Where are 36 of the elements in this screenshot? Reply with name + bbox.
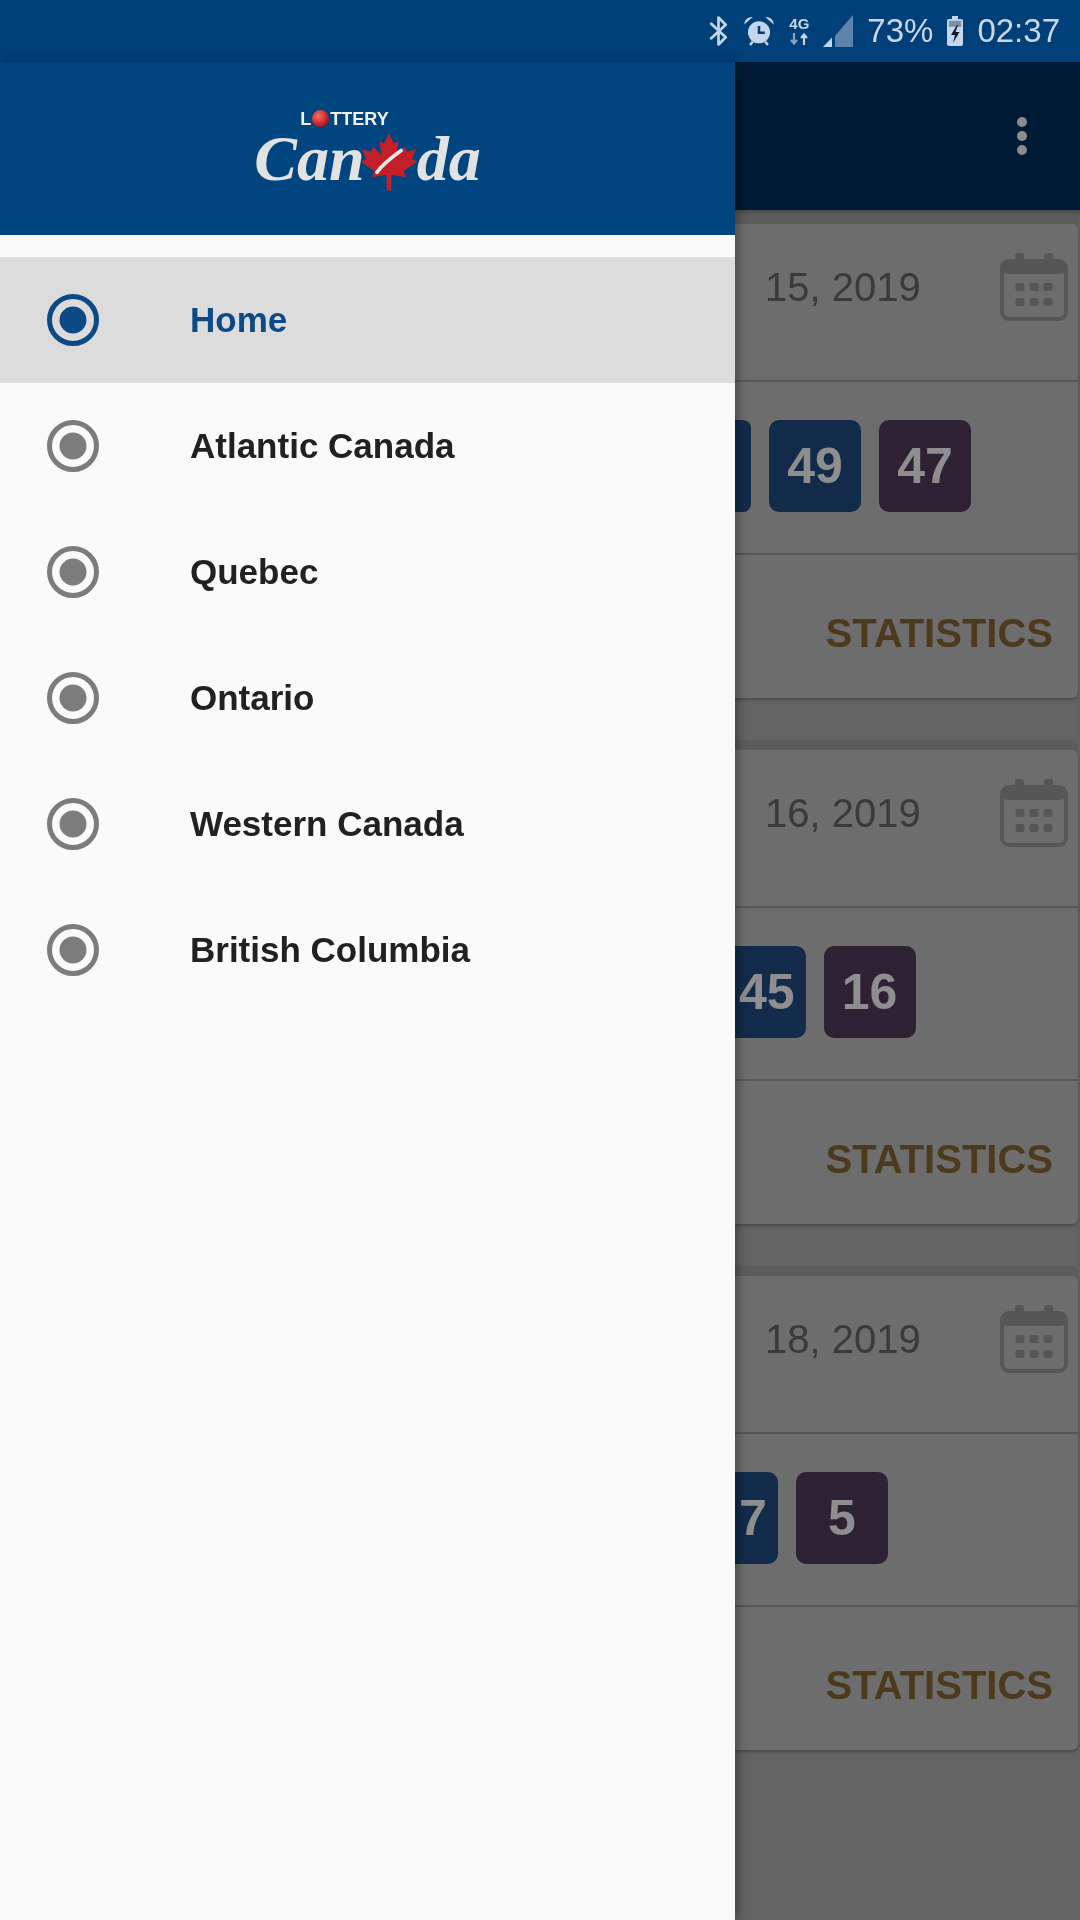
radio-icon <box>47 420 99 472</box>
ball-icon <box>312 110 330 127</box>
calendar-icon[interactable] <box>1000 1305 1068 1373</box>
calendar-icon[interactable] <box>1000 253 1068 321</box>
logo-text: L <box>300 108 312 129</box>
battery-icon <box>947 16 964 46</box>
radio-icon <box>47 672 99 724</box>
radio-icon <box>47 798 99 850</box>
bluetooth-icon <box>708 16 730 46</box>
lottery-number: 47 <box>879 420 971 512</box>
lottery-number: 16 <box>823 946 916 1038</box>
maple-leaf-icon <box>360 132 417 191</box>
signal-icon <box>823 15 854 47</box>
drawer-item[interactable]: Quebec <box>0 509 735 635</box>
drawer-item[interactable]: British Columbia <box>0 887 735 1013</box>
radio-icon <box>47 294 99 346</box>
drawer-item[interactable]: Ontario <box>0 635 735 761</box>
more-options-icon[interactable] <box>1017 117 1027 155</box>
calendar-icon[interactable] <box>1000 779 1068 847</box>
lottery-number: 7 <box>735 1472 778 1564</box>
clock-time: 02:37 <box>977 11 1060 51</box>
logo-text: Can <box>254 128 365 189</box>
alarm-clock-icon <box>743 16 776 46</box>
lottery-number: 45 <box>735 946 806 1038</box>
radio-icon <box>47 924 99 976</box>
network-type-label: 4G <box>789 17 810 31</box>
lottery-number: 49 <box>769 420 861 512</box>
data-arrows-icon <box>789 33 810 45</box>
drawer-item[interactable]: Western Canada <box>0 761 735 887</box>
logo-text: TTERY <box>330 108 389 129</box>
drawer-item[interactable]: Atlantic Canada <box>0 383 735 509</box>
logo-text: da <box>416 128 481 189</box>
battery-level: 73% <box>867 11 934 51</box>
lottery-number: 5 <box>795 1472 888 1564</box>
radio-icon <box>47 546 99 598</box>
drawer-item[interactable]: Home <box>0 257 735 383</box>
